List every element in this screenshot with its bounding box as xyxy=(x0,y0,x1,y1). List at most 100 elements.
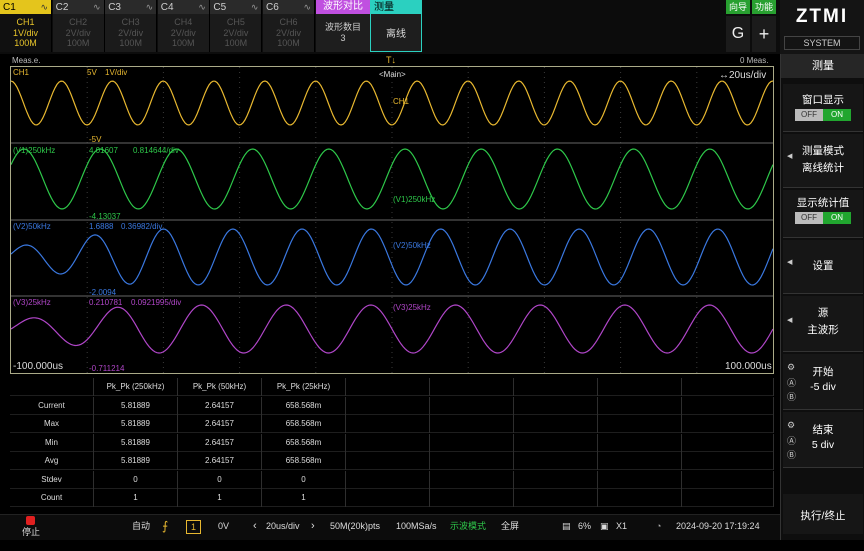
show-stats-item[interactable]: 显示统计值 OFF ON xyxy=(783,190,863,238)
sample-rate: 100MSa/s xyxy=(396,521,437,531)
channel-tab-c6[interactable]: C6 ∿ CH6 2V/div 100M xyxy=(263,0,315,52)
channel-tab-c3[interactable]: C3 ∿ CH3 2V/div 100M xyxy=(105,0,158,52)
v3-trace xyxy=(11,304,773,354)
knob-a-icon: Ⓐ xyxy=(787,378,797,388)
source-item[interactable]: ◀ 源 主波形 xyxy=(783,296,863,352)
system-button[interactable]: SYSTEM xyxy=(784,36,860,50)
function-button[interactable]: 功能 xyxy=(752,0,776,14)
table-header-cell xyxy=(682,378,774,396)
channel-scale: 2V/div xyxy=(65,27,91,38)
toggle-off[interactable]: OFF xyxy=(795,109,823,121)
channel-id: C2 xyxy=(55,1,69,13)
show-stats-toggle[interactable]: OFF ON xyxy=(795,212,851,224)
table-row: Avg 5.81889 2.64157 658.568m xyxy=(10,452,774,470)
trigger-edge-icon[interactable]: ⨍ xyxy=(162,515,168,541)
battery-percent: 6% xyxy=(578,521,592,531)
channel-id: C3 xyxy=(108,1,121,13)
table-row: Count 1 1 1 xyxy=(10,489,774,507)
wave-compare-tab[interactable]: 波形对比 波形数目 3 xyxy=(316,0,370,52)
left-arrow-icon: ◀ xyxy=(787,317,793,324)
table-cell xyxy=(598,415,682,433)
channel-tab-c5[interactable]: C5 ∿ CH5 2V/div 100M xyxy=(210,0,263,52)
table-header-cell: Pk_Pk (25kHz) xyxy=(262,378,346,396)
v2-trace xyxy=(11,228,773,286)
knob-b-icon: Ⓑ xyxy=(787,450,797,460)
v2-min: -2.0094 xyxy=(89,288,117,297)
channel-tab-c4[interactable]: C4 ∿ CH4 2V/div 100M xyxy=(157,0,210,52)
channel-depth: 100M xyxy=(14,38,37,48)
toggle-off[interactable]: OFF xyxy=(795,212,823,224)
end-item[interactable]: ⚙ Ⓐ Ⓑ 结束 5 div xyxy=(783,412,863,468)
table-cell xyxy=(514,396,598,415)
waveform-icon: ∿ xyxy=(145,1,154,12)
knob-icon: ⚙ xyxy=(787,362,796,372)
bottom-status-bar: 停止 自动 ⨍ 1 0V ‹ 20us/div › 50M(20k)pts 10… xyxy=(0,514,780,540)
table-cell: Count xyxy=(10,489,94,507)
add-button[interactable]: + xyxy=(752,16,776,52)
table-cell xyxy=(682,433,774,452)
knob-b-icon: Ⓑ xyxy=(787,392,797,402)
table-header-cell xyxy=(10,378,94,396)
waveform-display[interactable]: CH1 5V 1V/div <Main> ↔20us/div CH1 -5V (… xyxy=(10,66,774,374)
table-cell xyxy=(682,489,774,507)
datetime: 2024-09-20 17:19:24 xyxy=(676,521,760,531)
v3-marker: (V3)25kHz xyxy=(393,303,431,312)
toggle-on[interactable]: ON xyxy=(823,212,851,224)
brand-name: ZTMI xyxy=(795,6,849,27)
waveform-icon: ∿ xyxy=(303,1,311,12)
v3-label: (V3)25kHz xyxy=(13,298,51,307)
bottom-timebase[interactable]: 20us/div xyxy=(266,515,300,541)
toggle-on[interactable]: ON xyxy=(823,109,851,121)
v3-min: -0.711214 xyxy=(89,364,125,373)
main-label: <Main> xyxy=(379,70,406,79)
table-cell xyxy=(598,470,682,489)
waveform-icon: ∿ xyxy=(250,1,259,12)
table-cell xyxy=(346,489,430,507)
channel-scale: 2V/div xyxy=(118,27,144,38)
chevron-left-icon[interactable]: ‹ xyxy=(253,515,257,541)
channel-scale: 1V/div xyxy=(12,27,38,38)
measure-mode-label: 测量模式 xyxy=(802,145,844,157)
trigger-marker[interactable]: T↓ xyxy=(386,55,396,65)
table-cell xyxy=(346,415,430,433)
table-header-row: Pk_Pk (250kHz) Pk_Pk (50kHz) Pk_Pk (25kHz) xyxy=(10,378,774,396)
measure-tab[interactable]: 测量 离线 xyxy=(370,0,422,52)
auto-mode[interactable]: 自动 xyxy=(132,515,150,541)
table-cell xyxy=(430,470,514,489)
table-header-cell xyxy=(346,378,430,396)
table-header-cell: Pk_Pk (250kHz) xyxy=(94,378,178,396)
table-cell: 658.568m xyxy=(262,415,346,433)
table-cell: Avg xyxy=(10,452,94,470)
table-cell xyxy=(514,452,598,470)
chevron-right-icon[interactable]: › xyxy=(311,515,315,541)
table-cell: 2.64157 xyxy=(178,433,262,452)
window-display-label: 窗口显示 xyxy=(802,94,844,106)
scope-mode[interactable]: 示波模式 xyxy=(450,515,486,541)
knob-a-icon: Ⓐ xyxy=(787,436,797,446)
execute-item[interactable]: 执行/终止 xyxy=(783,494,863,534)
channel-tab-c2[interactable]: C2 ∿ CH2 2V/div 100M xyxy=(52,0,105,52)
channel-name: CH5 xyxy=(226,17,245,27)
start-item[interactable]: ⚙ Ⓐ Ⓑ 开始 -5 div xyxy=(783,354,863,410)
window-display-item[interactable]: 窗口显示 OFF ON xyxy=(783,84,863,132)
fullscreen-button[interactable]: 全屏 xyxy=(501,515,519,541)
panel-title: 测量 xyxy=(781,54,864,78)
brand-logo: ZTMI SYSTEM xyxy=(780,0,864,54)
storage-icon: ▤ xyxy=(562,521,571,531)
left-arrow-icon: ◀ xyxy=(787,259,793,266)
table-row: Max 5.81889 2.64157 658.568m xyxy=(10,415,774,433)
trigger-level[interactable]: 0V xyxy=(218,515,229,541)
trigger-channel[interactable]: 1 xyxy=(186,520,202,534)
settings-item[interactable]: ◀ 设置 xyxy=(783,240,863,294)
guide-button[interactable]: 向导 xyxy=(726,0,750,14)
channel-tab-c1[interactable]: C1 ∿ CH1 1V/div 100M xyxy=(0,0,52,52)
g-button[interactable]: G xyxy=(726,16,750,52)
window-display-toggle[interactable]: OFF ON xyxy=(795,109,851,121)
wave-compare-title: 波形对比 xyxy=(316,0,370,14)
channel-id: C1 xyxy=(3,1,16,13)
time-right-label: 100.000us xyxy=(725,361,772,372)
v2-scale: 0.36982/div xyxy=(121,222,163,231)
v1-trace xyxy=(11,148,773,210)
table-cell xyxy=(682,415,774,433)
measure-mode-item[interactable]: ◀ 测量模式 离线统计 xyxy=(783,134,863,188)
